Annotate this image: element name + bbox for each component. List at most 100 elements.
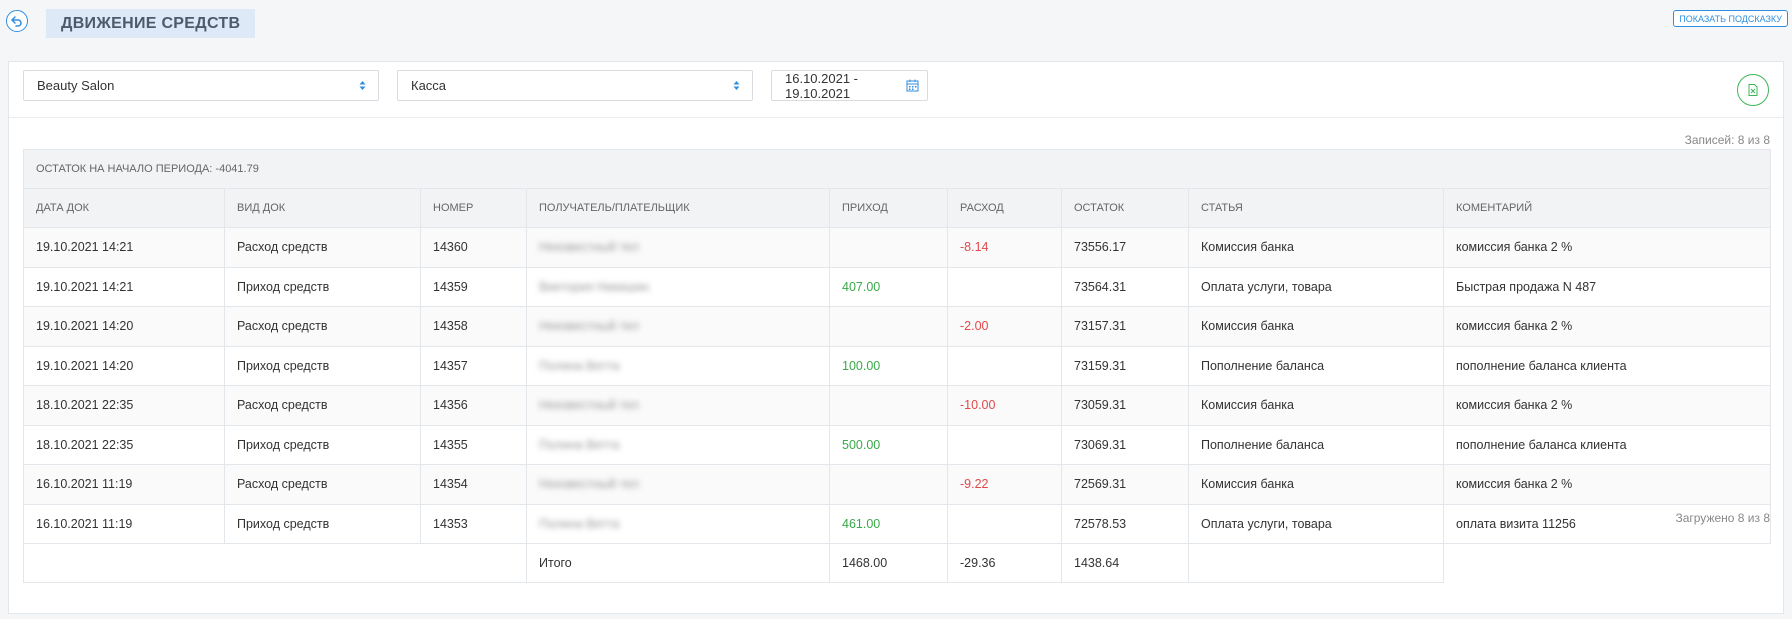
cell-expense: -8.14 [947,227,1062,268]
cell-income [829,306,948,347]
cell-income [829,464,948,505]
cell-doc-type: Приход средств [224,424,421,465]
records-count: Записей: 8 из 8 [1684,133,1770,147]
cell-comment: комиссия банка 2 % [1443,227,1771,268]
cell-article: Оплата услуги, товара [1188,503,1444,544]
cell-expense [947,503,1062,544]
cell-income: 461.00 [829,503,948,544]
column-header-doc-type[interactable]: ВИД ДОК [224,188,421,228]
table-row[interactable]: 19.10.2021 14:20 Приход средств 14357 По… [23,345,1771,386]
totals-empty-cell [23,543,527,583]
cell-number: 14360 [420,227,527,268]
cell-doc-type: Расход средств [224,385,421,426]
table-row[interactable]: 19.10.2021 14:20 Расход средств 14358 Не… [23,306,1771,347]
cell-income: 407.00 [829,266,948,307]
cell-expense: -2.00 [947,306,1062,347]
cell-party: Полина Ветта [526,345,830,386]
party-name-blurred: Полина Ветта [539,437,620,452]
cell-income: 500.00 [829,424,948,465]
filters-bar: Beauty Salon Касса 16.10.2021 - 19.10.20… [9,62,1783,118]
totals-article-empty [1188,543,1444,583]
cell-comment: пополнение баланса клиента [1443,424,1771,465]
table-row[interactable]: 18.10.2021 22:35 Расход средств 14356 Не… [23,385,1771,426]
show-hint-button[interactable]: ПОКАЗАТЬ ПОДСКАЗКУ [1673,10,1788,27]
cell-party: Полина Ветта [526,503,830,544]
salon-select-value: Beauty Salon [37,78,115,93]
cell-article: Комиссия банка [1188,385,1444,426]
table-row[interactable]: 16.10.2021 11:19 Приход средств 14353 По… [23,503,1771,544]
cell-date: 19.10.2021 14:21 [23,227,225,268]
table-row[interactable]: 19.10.2021 14:21 Приход средств 14359 Ви… [23,266,1771,307]
cell-comment: пополнение баланса клиента [1443,345,1771,386]
column-header-date[interactable]: ДАТА ДОК [23,188,225,228]
cell-article: Комиссия банка [1188,306,1444,347]
cash-flow-table: ОСТАТОК НА НАЧАЛО ПЕРИОДА: -4041.79 ДАТА… [23,149,1771,583]
cashbox-select[interactable]: Касса [397,70,753,101]
cell-party: Неизвестный тел [526,385,830,426]
column-header-article[interactable]: СТАТЬЯ [1188,188,1444,228]
cell-party: Полина Ветта [526,424,830,465]
party-name-blurred: Неизвестный тел [539,477,639,492]
cell-article: Оплата услуги, товара [1188,266,1444,307]
cell-expense [947,424,1062,465]
table-row[interactable]: 19.10.2021 14:21 Расход средств 14360 Не… [23,227,1771,268]
export-excel-button[interactable] [1737,74,1769,106]
cell-number: 14354 [420,464,527,505]
cell-party: Неизвестный тел [526,464,830,505]
cell-balance: 73159.31 [1061,345,1189,386]
back-arrow-icon [11,16,22,27]
cell-comment: Быстрая продажа N 487 [1443,266,1771,307]
totals-row: Итого 1468.00 -29.36 1438.64 [23,543,1771,583]
cell-expense: -9.22 [947,464,1062,505]
party-name-blurred: Неизвестный тел [539,398,639,413]
party-name-blurred: Неизвестный тел [539,240,639,255]
column-header-comment[interactable]: КОМЕНТАРИЙ [1443,188,1771,228]
select-arrows-icon [359,81,366,90]
cell-number: 14359 [420,266,527,307]
column-header-expense[interactable]: РАСХОД [947,188,1062,228]
table-row[interactable]: 16.10.2021 11:19 Расход средств 14354 Не… [23,464,1771,505]
back-button[interactable] [6,10,28,32]
cell-expense: -10.00 [947,385,1062,426]
column-header-party[interactable]: ПОЛУЧАТЕЛЬ/ПЛАТЕЛЬЩИК [526,188,830,228]
cell-doc-type: Расход средств [224,306,421,347]
cell-expense [947,345,1062,386]
cell-comment: комиссия банка 2 % [1443,464,1771,505]
page-title: ДВИЖЕНИЕ СРЕДСТВ [46,9,256,38]
cell-doc-type: Приход средств [224,266,421,307]
totals-label: Итого [526,543,830,583]
cell-party: Неизвестный тел [526,306,830,347]
cell-article: Комиссия банка [1188,227,1444,268]
column-header-income[interactable]: ПРИХОД [829,188,948,228]
cell-number: 14357 [420,345,527,386]
cell-balance: 72578.53 [1061,503,1189,544]
cell-number: 14356 [420,385,527,426]
cell-date: 16.10.2021 11:19 [23,464,225,505]
cell-number: 14353 [420,503,527,544]
party-name-blurred: Полина Ветта [539,358,620,373]
cell-comment: комиссия банка 2 % [1443,385,1771,426]
cell-date: 19.10.2021 14:21 [23,266,225,307]
cell-income [829,385,948,426]
column-header-number[interactable]: НОМЕР [420,188,527,228]
cell-comment: комиссия банка 2 % [1443,306,1771,347]
cell-date: 16.10.2021 11:19 [23,503,225,544]
cell-article: Пополнение баланса [1188,345,1444,386]
calendar-icon [906,79,919,92]
column-header-balance[interactable]: ОСТАТОК [1061,188,1189,228]
cell-party: Неизвестный тел [526,227,830,268]
date-range-input[interactable]: 16.10.2021 - 19.10.2021 [771,70,928,101]
cell-doc-type: Расход средств [224,227,421,268]
salon-select[interactable]: Beauty Salon [23,70,379,101]
cell-date: 19.10.2021 14:20 [23,306,225,347]
cell-date: 19.10.2021 14:20 [23,345,225,386]
cell-income: 100.00 [829,345,948,386]
table-row[interactable]: 18.10.2021 22:35 Приход средств 14355 По… [23,424,1771,465]
cell-date: 18.10.2021 22:35 [23,385,225,426]
totals-income: 1468.00 [829,543,948,583]
cell-article: Комиссия банка [1188,464,1444,505]
cell-doc-type: Приход средств [224,345,421,386]
cell-balance: 72569.31 [1061,464,1189,505]
cell-income [829,227,948,268]
cashbox-select-value: Касса [411,78,447,93]
